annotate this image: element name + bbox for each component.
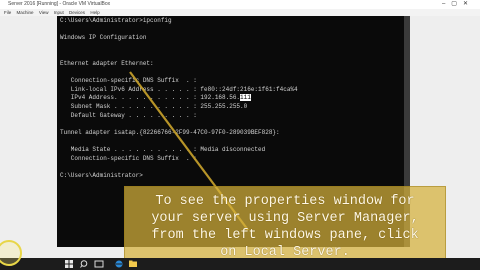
taskbar <box>0 258 480 270</box>
window-title: Server 2016 [Running] - Oracle VM Virtua… <box>8 1 111 7</box>
system-tray[interactable] <box>416 258 476 270</box>
caption-line: To see the properties window for <box>155 194 415 209</box>
caption-line: your server using Server Manager, <box>151 211 419 226</box>
search-icon[interactable] <box>77 258 91 270</box>
task-view-icon[interactable] <box>92 258 106 270</box>
caption-line: from the left windows pane, click <box>151 228 419 243</box>
menu-devices[interactable]: Devices <box>69 10 85 15</box>
menu-input[interactable]: Input <box>54 10 64 15</box>
selected-ip-octet: 111 <box>240 94 251 102</box>
menu-view[interactable]: View <box>39 10 49 15</box>
internet-explorer-icon[interactable] <box>112 258 126 270</box>
file-explorer-icon[interactable] <box>126 258 140 270</box>
menu-help[interactable]: Help <box>90 10 99 15</box>
menu-file[interactable]: File <box>4 10 11 15</box>
console-output: C:\Users\Administrator>ipconfig Windows … <box>60 17 298 179</box>
window-controls[interactable]: –▢✕ <box>442 0 474 9</box>
caption-text: To see the properties window for your se… <box>125 193 445 261</box>
windows-start-icon[interactable] <box>62 258 76 270</box>
vm-menubar: File Machine View Input Devices Help <box>0 9 480 16</box>
menu-machine[interactable]: Machine <box>17 10 34 15</box>
caption-overlay: To see the properties window for your se… <box>124 186 446 268</box>
